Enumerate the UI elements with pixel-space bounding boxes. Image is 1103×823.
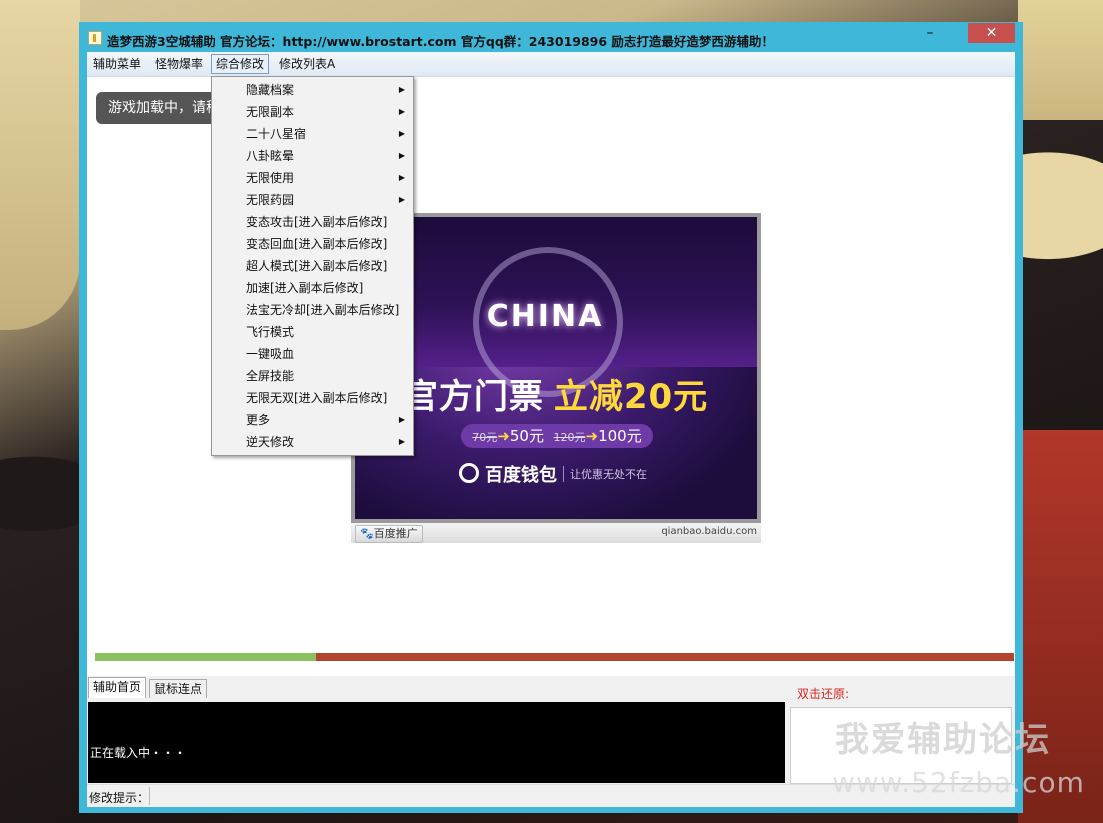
submenu-arrow-icon: ▶ — [398, 85, 405, 94]
watermark-url: www.52fzba.com — [832, 766, 1085, 799]
console-text: 正在载入中・・・ — [90, 746, 187, 760]
app-window: 造梦西游3空城辅助 官方论坛：http://www.brostart.com 官… — [79, 22, 1023, 813]
ad-url[interactable]: qianbao.baidu.com — [661, 526, 757, 537]
dropdown-item-label: 无限药园 — [246, 193, 295, 207]
dropdown-item[interactable]: 加速[进入副本后修改] — [212, 277, 413, 299]
dropdown-item[interactable]: 更多 ▶ — [212, 409, 413, 431]
dropdown-item-label: 无限副本 — [246, 105, 295, 119]
title-bar[interactable]: 造梦西游3空城辅助 官方论坛：http://www.brostart.com 官… — [79, 22, 1023, 52]
ad-price-new-1: 50元 — [509, 427, 544, 445]
dropdown-item-label: 飞行模式 — [246, 325, 295, 339]
dropdown-item[interactable]: 一键吸血 — [212, 343, 413, 365]
dropdown-item-label: 隐藏档案 — [246, 83, 295, 97]
double-click-restore-label: 双击还原: — [797, 687, 850, 701]
submenu-arrow-icon: ▶ — [398, 173, 405, 182]
client-area: 辅助菜单 怪物爆率 综合修改 修改列表A 游戏加载中，请稍 CHINA 官方门票… — [87, 52, 1015, 807]
dropdown-item[interactable]: 八卦眩晕 ▶ — [212, 145, 413, 167]
dropdown-item-label: 法宝无冷却[进入副本后修改] — [246, 303, 400, 317]
console-output: 正在载入中・・・ — [88, 702, 785, 783]
tab-mouse-clicker[interactable]: 鼠标连点 — [149, 679, 208, 698]
dropdown-item[interactable]: 飞行模式 — [212, 321, 413, 343]
dropdown-item[interactable]: 隐藏档案 ▶ — [212, 79, 413, 101]
menu-assist[interactable]: 辅助菜单 — [89, 55, 145, 73]
dropdown-item-label: 变态回血[进入副本后修改] — [246, 237, 388, 251]
baidu-wallet-logo-icon — [459, 463, 479, 483]
dropdown-item[interactable]: 无限使用 ▶ — [212, 167, 413, 189]
general-modify-dropdown: 隐藏档案 ▶ 无限副本 ▶ 二十八星宿 ▶ 八卦眩晕 ▶ 无限使用 ▶ 无限药园 ▶ 变态攻击[进入副本… — [211, 76, 414, 456]
ad-badge[interactable]: 🐾百度推广 — [355, 525, 423, 543]
wallpaper-hat-right — [1018, 0, 1103, 120]
close-button[interactable]: ✕ — [968, 23, 1015, 43]
ad-headline-yellow: 立减20元 — [553, 377, 709, 417]
dropdown-item[interactable]: 变态攻击[进入副本后修改] — [212, 211, 413, 233]
ad-price-old-2: 120元 — [553, 431, 586, 444]
submenu-arrow-icon: ▶ — [398, 151, 405, 160]
dropdown-item[interactable]: 无限药园 ▶ — [212, 189, 413, 211]
app-icon — [88, 31, 102, 45]
menu-modify-list-a[interactable]: 修改列表A — [275, 55, 339, 73]
watermark-title: 我爱辅助论坛 — [835, 720, 1051, 760]
dropdown-item-label: 无限使用 — [246, 171, 295, 185]
dropdown-item[interactable]: 无限无双[进入副本后修改] — [212, 387, 413, 409]
dropdown-item-label: 变态攻击[进入副本后修改] — [246, 215, 388, 229]
window-title: 造梦西游3空城辅助 官方论坛：http://www.brostart.com 官… — [107, 34, 774, 49]
dropdown-item-label: 二十八星宿 — [246, 127, 307, 141]
arrow-icon: ➜ — [585, 427, 599, 445]
dropdown-item-label: 更多 — [246, 413, 271, 427]
menu-monster-drop[interactable]: 怪物爆率 — [151, 55, 207, 73]
wallpaper-hat-left — [0, 0, 80, 330]
dropdown-item-label: 八卦眩晕 — [246, 149, 295, 163]
wallpaper-shirt-right — [1018, 430, 1103, 823]
submenu-arrow-icon: ▶ — [398, 195, 405, 204]
dropdown-item[interactable]: 全屏技能 — [212, 365, 413, 387]
dropdown-item-label: 逆天修改 — [246, 435, 295, 449]
submenu-arrow-icon: ▶ — [398, 415, 405, 424]
dropdown-item[interactable]: 变态回血[进入副本后修改] — [212, 233, 413, 255]
minimize-button[interactable]: – — [917, 26, 943, 44]
dropdown-item[interactable]: 超人模式[进入副本后修改] — [212, 255, 413, 277]
ad-image: CHINA 官方门票 立减20元 70元➜50元 120元➜100元 百度钱包 让… — [355, 217, 757, 519]
submenu-arrow-icon: ▶ — [398, 129, 405, 138]
dropdown-item-label: 加速[进入副本后修改] — [246, 281, 364, 295]
progress-bar — [95, 653, 1014, 661]
tab-assist-home[interactable]: 辅助首页 — [88, 677, 147, 698]
status-label: 修改提示： — [89, 791, 150, 805]
menu-general-modify[interactable]: 综合修改 — [211, 54, 270, 74]
ad-price-new-2: 100元 — [598, 427, 642, 445]
dropdown-item[interactable]: 无限副本 ▶ — [212, 101, 413, 123]
arrow-icon: ➜ — [497, 427, 510, 445]
dropdown-item-label: 无限无双[进入副本后修改] — [246, 391, 388, 405]
ad-china-logo: CHINA — [486, 299, 604, 334]
baidu-paw-icon: 🐾 — [360, 527, 374, 540]
ad-price-old-1: 70元 — [472, 431, 498, 444]
ad-badge-label: 百度推广 — [373, 527, 418, 540]
dropdown-item[interactable]: 二十八星宿 ▶ — [212, 123, 413, 145]
dropdown-item[interactable]: 法宝无冷却[进入副本后修改] — [212, 299, 413, 321]
dropdown-item-label: 超人模式[进入副本后修改] — [246, 259, 388, 273]
menu-bar: 辅助菜单 怪物爆率 综合修改 修改列表A — [87, 52, 1015, 77]
submenu-arrow-icon: ▶ — [398, 437, 405, 446]
progress-fill — [95, 653, 316, 661]
ad-headline: 官方门票 立减20元 — [355, 369, 757, 418]
ad-headline-white: 官方门票 — [403, 377, 544, 417]
submenu-arrow-icon: ▶ — [398, 107, 405, 116]
dropdown-item-label: 全屏技能 — [246, 369, 295, 383]
ad-brand: 百度钱包 — [485, 465, 557, 486]
ad-price-pill: 70元➜50元 120元➜100元 — [461, 424, 653, 448]
ad-slogan: 让优惠无处不在 — [563, 466, 647, 482]
dropdown-item[interactable]: 逆天修改 ▶ — [212, 431, 413, 453]
status-separator — [149, 787, 150, 805]
dropdown-item-label: 一键吸血 — [246, 347, 295, 361]
ad-footer: 🐾百度推广 qianbao.baidu.com — [351, 523, 761, 543]
